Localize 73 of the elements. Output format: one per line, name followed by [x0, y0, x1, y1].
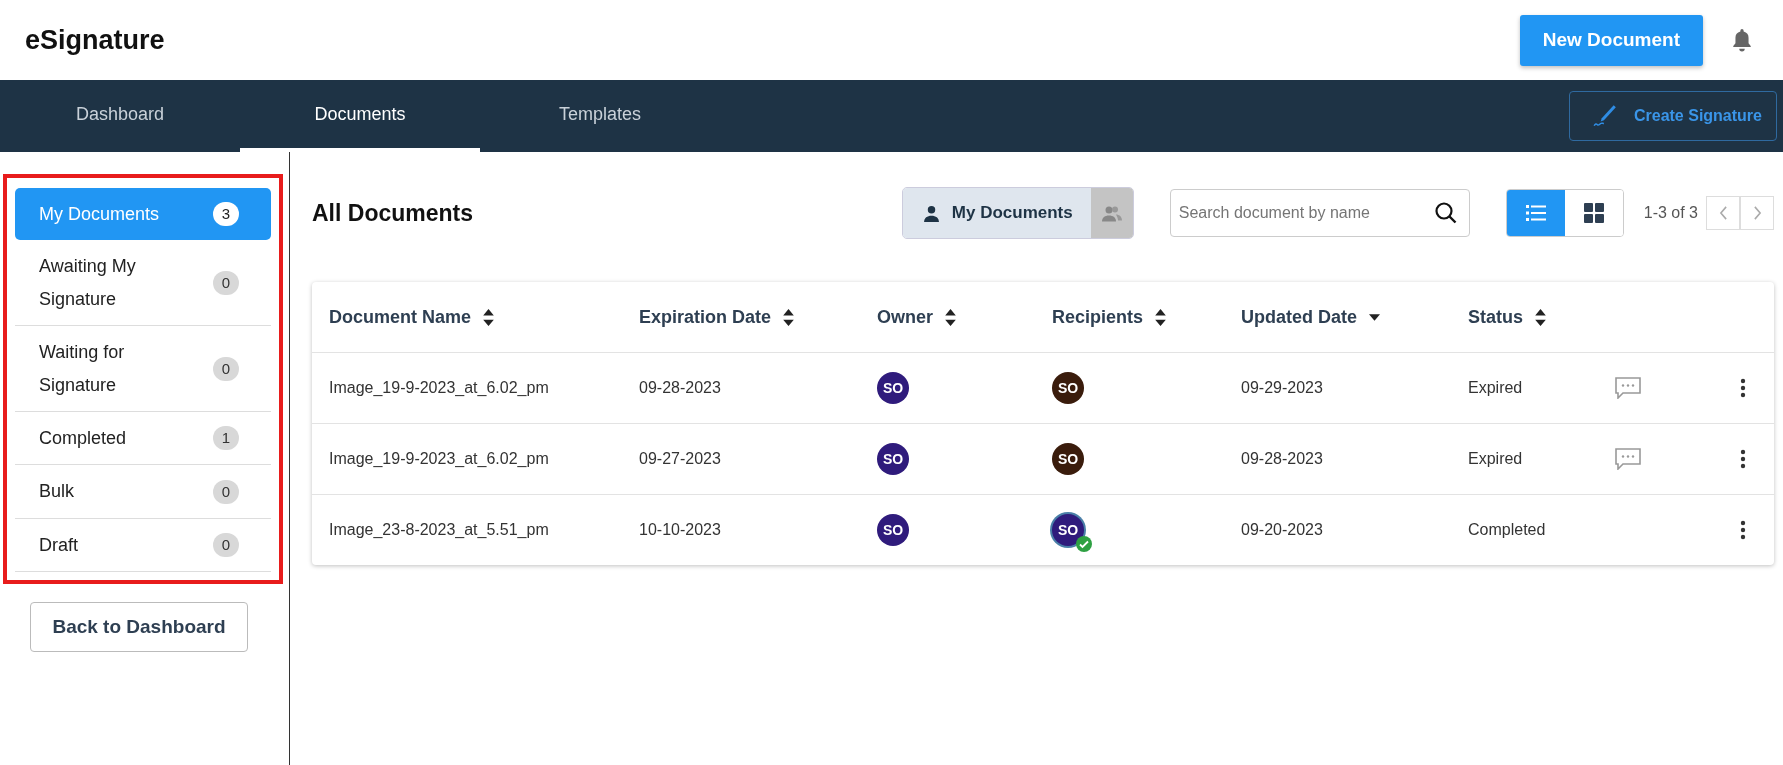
updated-date: 09-20-2023 — [1241, 521, 1323, 539]
expiration-date: 09-28-2023 — [639, 379, 721, 397]
comment-icon[interactable] — [1615, 448, 1641, 470]
sidebar-item[interactable]: Draft 0 — [15, 518, 271, 573]
chevron-left-icon — [1718, 206, 1728, 220]
sidebar-item[interactable]: Awaiting My Signature 0 — [15, 240, 271, 327]
sort-down-icon — [1369, 313, 1380, 321]
column-header[interactable]: Expiration Date — [639, 306, 795, 328]
bell-icon[interactable] — [1731, 28, 1753, 52]
sidebar-item[interactable]: My Documents 3 — [15, 188, 271, 241]
grid-icon — [1583, 203, 1604, 223]
count-badge: 0 — [212, 479, 239, 504]
owner-avatar: SO — [877, 372, 909, 404]
sidebar-item-label: Completed — [39, 426, 127, 450]
search-field[interactable]: Search document by name — [1169, 189, 1470, 237]
sidebar-item[interactable]: Waiting for Signature 0 — [15, 326, 271, 412]
column-header[interactable]: Status — [1468, 306, 1546, 328]
app-title: eSignature — [25, 24, 165, 56]
status-text: Expired — [1468, 379, 1523, 397]
recipient-avatar: SO — [1052, 443, 1084, 475]
nav-tab[interactable]: Templates — [480, 80, 720, 152]
column-header[interactable]: Recipients — [1052, 306, 1167, 328]
count-badge: 0 — [212, 270, 239, 295]
page-title: All Documents — [312, 199, 474, 227]
back-to-dashboard-button[interactable]: Back to Dashboard — [30, 602, 248, 653]
shared-documents-toggle[interactable] — [1090, 188, 1133, 238]
sidebar-item[interactable]: Completed 1 — [15, 411, 271, 466]
sort-icon — [1155, 308, 1167, 326]
sidebar-item-label: Bulk — [39, 480, 74, 504]
create-signature-button[interactable]: Create Signature — [1568, 91, 1777, 141]
count-badge: 3 — [212, 202, 239, 227]
sort-icon — [783, 308, 795, 326]
sidebar-item-label: Draft — [39, 533, 78, 557]
updated-date: 09-29-2023 — [1241, 379, 1323, 397]
search-icon — [1433, 201, 1458, 225]
document-name[interactable]: Image_23-8-2023_at_5.51_pm — [329, 521, 549, 539]
pagination-text: 1-3 of 3 — [1643, 204, 1698, 222]
sort-icon — [945, 308, 956, 326]
list-icon — [1525, 204, 1546, 222]
sidebar-item-label: My Documents — [39, 203, 160, 226]
my-documents-toggle[interactable]: My Documents — [902, 188, 1091, 238]
document-name[interactable]: Image_19-9-2023_at_6.02_pm — [329, 450, 549, 468]
pen-icon — [1591, 103, 1618, 129]
column-header[interactable]: Owner — [877, 306, 956, 328]
recipient-avatar: SO — [1052, 514, 1084, 546]
nav-tab[interactable]: Documents — [240, 80, 480, 152]
sidebar-item[interactable]: Bulk 0 — [15, 465, 271, 519]
sidebar-item-label: Waiting for Signature — [39, 341, 126, 397]
owner-avatar: SO — [877, 443, 909, 475]
comment-icon[interactable] — [1615, 377, 1641, 399]
more-options-icon[interactable] — [1740, 520, 1746, 540]
person-icon — [922, 204, 940, 222]
more-options-icon[interactable] — [1740, 449, 1746, 469]
owner-avatar: SO — [877, 514, 909, 546]
status-text: Completed — [1468, 521, 1546, 539]
status-text: Expired — [1468, 450, 1523, 468]
sidebar-item-label: Awaiting My Signature — [39, 255, 137, 311]
expiration-date: 09-27-2023 — [639, 450, 721, 468]
recipient-avatar: SO — [1052, 372, 1084, 404]
count-badge: 0 — [212, 356, 239, 381]
updated-date: 09-28-2023 — [1241, 450, 1323, 468]
document-name[interactable]: Image_19-9-2023_at_6.02_pm — [329, 379, 549, 397]
people-icon — [1101, 204, 1122, 222]
nav-tab[interactable]: Dashboard — [0, 80, 240, 152]
expiration-date: 10-10-2023 — [639, 521, 721, 539]
count-badge: 0 — [212, 532, 239, 557]
sort-icon — [483, 308, 495, 326]
column-header[interactable]: Document Name — [329, 306, 495, 328]
chevron-right-icon — [1752, 206, 1762, 220]
more-options-icon[interactable] — [1740, 378, 1746, 398]
column-header[interactable]: Updated Date — [1241, 306, 1380, 328]
sort-icon — [1535, 308, 1546, 326]
count-badge: 1 — [212, 426, 239, 451]
